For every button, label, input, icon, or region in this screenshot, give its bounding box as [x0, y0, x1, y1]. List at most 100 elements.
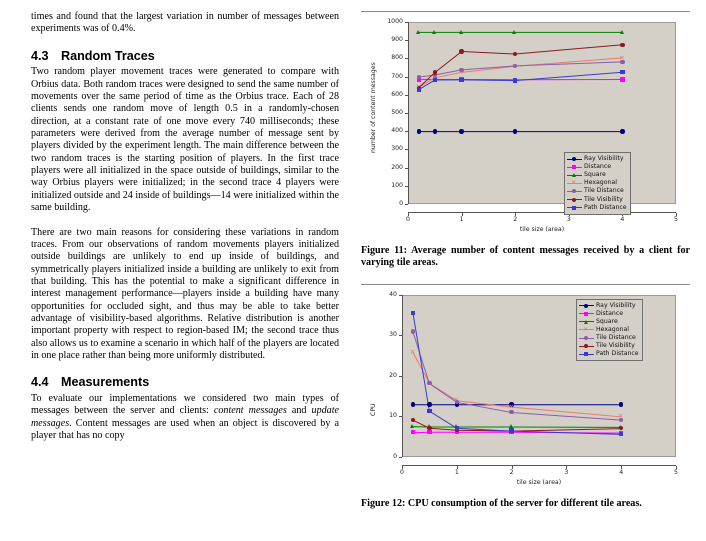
figure-12-chart: 010203040012345tile size (area)CPU✕✕✕✕✕R… — [361, 284, 690, 493]
data-point-marker — [454, 425, 459, 431]
data-point-marker — [432, 129, 437, 134]
data-point-marker — [584, 303, 588, 308]
data-point-marker — [458, 29, 463, 34]
data-point-marker — [416, 87, 421, 92]
data-point-marker — [410, 430, 416, 435]
data-point-marker — [619, 29, 624, 34]
legend-swatch-icon — [567, 187, 582, 195]
data-point-marker — [410, 417, 416, 422]
legend-swatch-icon: ✕ — [567, 179, 582, 187]
data-point-marker — [410, 329, 416, 334]
legend-label: Ray Visibility — [584, 155, 624, 163]
data-point-marker — [509, 428, 514, 433]
data-point-marker — [459, 49, 464, 54]
data-point-marker — [416, 129, 421, 134]
legend-swatch-icon — [579, 310, 594, 318]
data-point-marker — [583, 319, 588, 324]
legend-item[interactable]: Square — [567, 171, 627, 179]
left-text-column: times and found that the largest variati… — [31, 11, 339, 541]
legend-item[interactable]: Ray Visibility — [567, 155, 627, 163]
data-point-marker — [454, 399, 459, 405]
legend-item[interactable]: Tile Visibility — [579, 342, 639, 350]
legend-swatch-icon: ✕ — [579, 326, 594, 334]
figure-11-block: 0 100 200 300 400 500 600 700 800 900 1000 0 1 2 3 4 5 ti… — [361, 11, 690, 270]
legend-item[interactable]: Distance — [579, 310, 639, 318]
legend-label: Path Distance — [584, 203, 627, 211]
series-line — [412, 351, 622, 417]
figure-11-caption: Figure 11: Average number of content mes… — [361, 245, 690, 269]
section-4-4-paragraph-1: To evaluate our implementations we consi… — [31, 393, 339, 442]
data-point-marker — [572, 197, 576, 202]
legend-swatch-icon — [579, 318, 594, 326]
legend-item[interactable]: Path Distance — [567, 204, 627, 212]
legend-item[interactable]: Tile Distance — [567, 187, 627, 195]
data-point-marker — [416, 29, 420, 34]
figure-11-chart: 0 100 200 300 400 500 600 700 800 900 1000 0 1 2 3 4 5 ti… — [361, 12, 690, 240]
data-point-marker — [427, 425, 432, 431]
data-point-marker — [619, 431, 624, 437]
legend-label: Distance — [596, 309, 624, 317]
legend-swatch-icon — [567, 155, 582, 163]
data-point-marker — [620, 77, 625, 82]
legend-item[interactable]: Tile Distance — [579, 334, 639, 342]
heading-4-4-title: Measurements — [61, 375, 150, 390]
heading-4-4-number: 4.4 — [31, 375, 49, 390]
legend-swatch-icon — [579, 334, 594, 342]
figure-11-frame: 0 100 200 300 400 500 600 700 800 900 1000 0 1 2 3 4 5 ti… — [361, 11, 690, 240]
data-point-marker — [513, 78, 518, 83]
data-point-marker — [427, 408, 432, 414]
legend-item[interactable]: Square — [579, 318, 639, 326]
right-figure-column: 0 100 200 300 400 500 600 700 800 900 1000 0 1 2 3 4 5 ti… — [361, 11, 690, 541]
legend-label: Hexagonal — [596, 325, 629, 333]
series-line — [412, 425, 622, 428]
data-point-marker — [432, 29, 437, 34]
legend-label: Square — [584, 171, 606, 179]
legend-label: Hexagonal — [584, 179, 617, 187]
legend-swatch-icon — [579, 302, 594, 310]
heading-4-4: 4.4 Measurements — [31, 375, 339, 390]
heading-4-3-title: Random Traces — [61, 48, 155, 63]
legend-label: Tile Distance — [596, 334, 636, 342]
data-point-marker — [459, 129, 464, 134]
data-point-marker — [620, 70, 625, 75]
data-point-marker — [572, 165, 576, 170]
data-point-marker — [584, 336, 588, 341]
measurements-italic-content-messages: content messages — [213, 405, 287, 417]
legend-label: Distance — [584, 163, 612, 171]
legend-item[interactable]: Tile Visibility — [567, 195, 627, 203]
section-4-3-paragraph-1: Two random player movement traces were g… — [31, 66, 339, 213]
data-point-marker — [584, 311, 588, 316]
data-point-marker — [584, 352, 588, 357]
data-point-marker — [512, 29, 517, 34]
chart-legend: Ray Visibility Distance Square ✕ Hexagonal Ti… — [576, 298, 643, 362]
legend-label: Tile Visibility — [584, 195, 623, 203]
measurements-text-part-3: . Content messages are used when an obje… — [31, 417, 339, 442]
legend-item[interactable]: Path Distance — [579, 350, 639, 358]
legend-item[interactable]: Ray Visibility — [579, 302, 639, 310]
figure-12-block: 010203040012345tile size (area)CPU✕✕✕✕✕R… — [361, 283, 690, 510]
legend-label: Ray Visibility — [596, 301, 636, 309]
data-point-marker — [571, 173, 576, 178]
legend-item[interactable]: Distance — [567, 163, 627, 171]
paragraph-continuation: times and found that the largest variati… — [31, 11, 339, 35]
legend-swatch-icon — [567, 163, 582, 171]
data-point-marker — [572, 157, 576, 162]
section-4-3-paragraph-2: There are two main reasons for consideri… — [31, 226, 339, 362]
legend-swatch-icon — [567, 196, 582, 204]
data-point-marker — [459, 77, 464, 83]
legend-item[interactable]: ✕ Hexagonal — [567, 179, 627, 187]
series-line — [412, 419, 622, 432]
data-point-marker — [427, 429, 432, 435]
legend-swatch-icon — [567, 204, 582, 212]
data-point-marker: ✕ — [409, 347, 416, 356]
legend-label: Tile Distance — [584, 187, 624, 195]
data-point-marker: ✕ — [571, 179, 577, 187]
figure-12-frame: 010203040012345tile size (area)CPU✕✕✕✕✕R… — [361, 283, 690, 493]
chart-legend: Ray Visibility Distance Square ✕ Hexagonal Ti… — [564, 152, 631, 215]
heading-4-3-number: 4.3 — [31, 48, 49, 63]
data-point-marker — [620, 129, 625, 134]
legend-item[interactable]: ✕ Hexagonal — [579, 326, 639, 334]
legend-swatch-icon — [567, 171, 582, 179]
series-lines-layer — [418, 31, 623, 133]
data-point-marker — [572, 205, 576, 210]
